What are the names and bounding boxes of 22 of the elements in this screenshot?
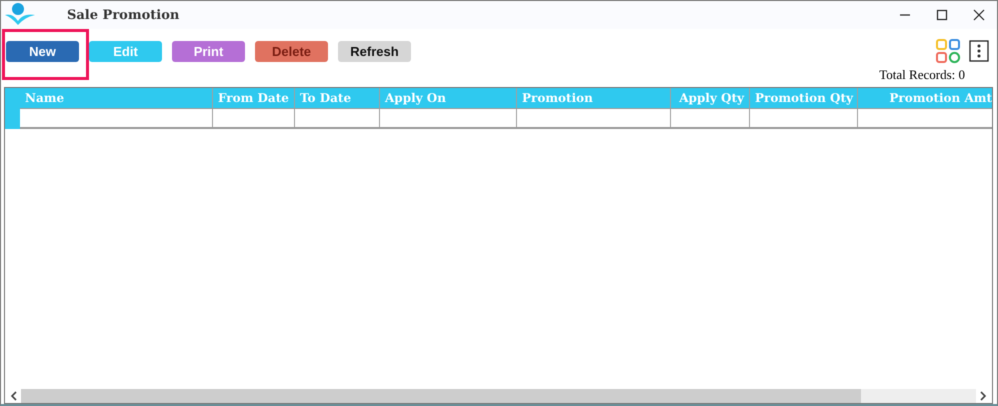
window-title: Sale Promotion xyxy=(67,8,180,22)
scroll-right-icon[interactable] xyxy=(978,391,988,401)
scroll-left-icon[interactable] xyxy=(9,391,19,401)
maximize-icon[interactable] xyxy=(936,9,948,21)
column-header[interactable]: Apply Qty xyxy=(671,88,750,108)
column-header[interactable]: From Date xyxy=(213,88,295,108)
column-header[interactable]: To Date xyxy=(295,88,380,108)
column-header[interactable]: Apply On xyxy=(380,88,517,108)
close-icon[interactable] xyxy=(973,9,985,21)
logo-icon xyxy=(3,1,37,25)
column-header[interactable]: Name xyxy=(20,88,213,108)
column-header[interactable]: Promotion Qty xyxy=(750,88,858,108)
toolbar-button[interactable]: Edit xyxy=(89,41,162,62)
toolbar-button[interactable]: Print xyxy=(172,41,245,62)
total-records-label: Total Records: 0 xyxy=(879,67,965,83)
toolbar-button[interactable]: Refresh xyxy=(338,41,411,62)
toolbar-button[interactable]: Delete xyxy=(255,41,328,62)
toolbar-button[interactable]: New xyxy=(6,41,79,62)
column-header[interactable]: Promotion xyxy=(517,88,671,108)
apps-grid-icon[interactable] xyxy=(935,38,961,64)
more-options-icon[interactable] xyxy=(969,40,989,62)
column-header[interactable]: Promotion Amt xyxy=(858,88,992,108)
